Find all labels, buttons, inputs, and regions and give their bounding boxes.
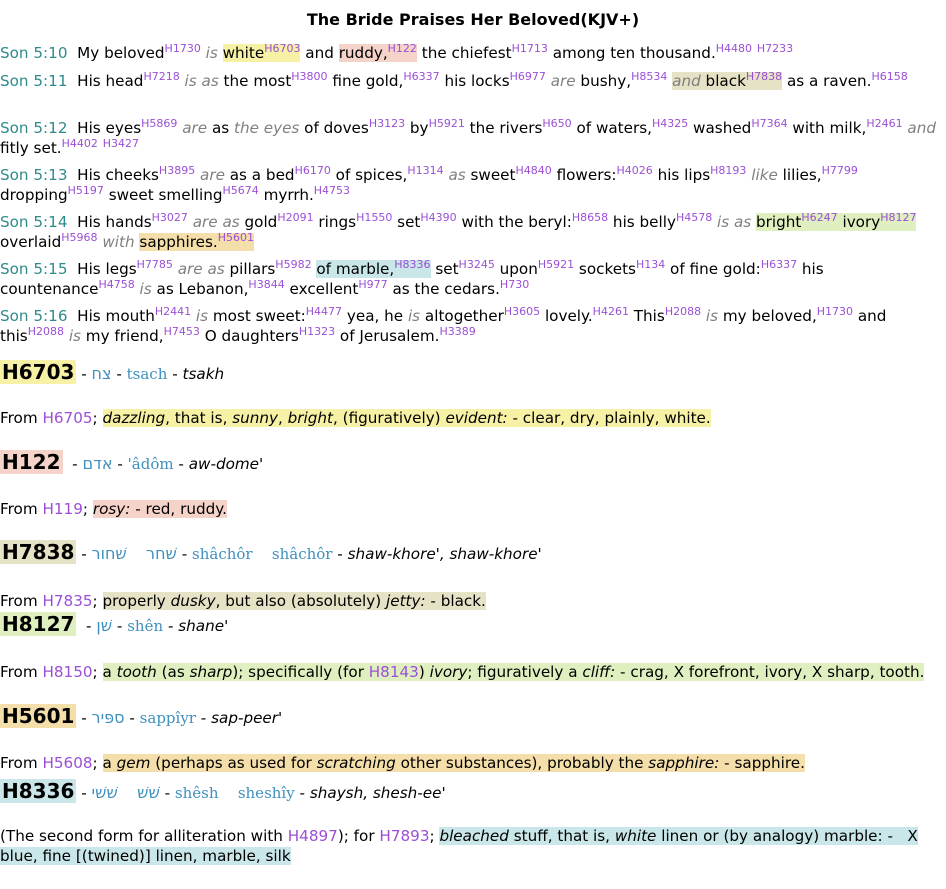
strongs-link[interactable]: H7785 [137,258,173,271]
strongs-link[interactable]: H3605 [504,305,540,318]
definition-h8127: From H8150; a tooth (as sharp); specific… [0,663,925,681]
strongs-link[interactable]: H8127 [880,211,916,224]
strongs-link[interactable]: H4402 [62,137,98,150]
strongs-link[interactable]: H7233 [757,42,793,55]
definition-h122: From H119; rosy: - red, ruddy. [0,500,227,518]
strongs-link[interactable]: H4325 [652,117,688,130]
strongs-link[interactable]: H5197 [68,184,104,197]
strongs-link[interactable]: H4840 [515,164,551,177]
definition-h5601: From H5608; a gem (perhaps as used for s… [0,754,805,772]
strongs-number: H6703 [0,360,77,384]
strongs-number: H7838 [0,540,77,564]
strongs-link[interactable]: H4753 [314,184,350,197]
verse-5-14: Son 5:14 His handsH3027 are as goldH2091… [0,210,917,251]
lexicon-entry-h7838: H7838 - שׁחר שׁחור - shâchôr shâchôr - s… [0,540,542,564]
verse-ref[interactable]: Son 5:11 [0,72,68,90]
strongs-link[interactable]: H4261 [593,305,629,318]
strongs-link[interactable]: H4758 [98,278,134,291]
strongs-link[interactable]: H5921 [429,117,465,130]
strongs-link[interactable]: H3027 [152,211,188,224]
strongs-link[interactable]: H2091 [277,211,313,224]
lexicon-entry-h8127: H8127 - שׁן - shên - shane' [0,612,229,636]
lexicon-entry-h5601: H5601 - ספּיר - sappîyr - sap-peer' [0,704,283,728]
strongs-link[interactable]: H8534 [631,70,667,83]
strongs-link[interactable]: H5921 [538,258,574,271]
strongs-number: H5601 [0,704,77,728]
verse-ref[interactable]: Son 5:13 [0,166,68,184]
strongs-link[interactable]: H3245 [459,258,495,271]
strongs-link[interactable]: H7453 [164,325,200,338]
strongs-number: H8336 [0,779,77,803]
strongs-link[interactable]: H1314 [407,164,443,177]
strongs-link[interactable]: H3844 [248,278,284,291]
strongs-link[interactable]: H7364 [751,117,787,130]
strongs-link[interactable]: H650 [542,117,571,130]
strongs-link[interactable]: H3895 [159,164,195,177]
strongs-link[interactable]: H6158 [872,70,908,83]
strongs-link[interactable]: H5968 [61,231,97,244]
strongs-link[interactable]: H134 [636,258,665,271]
strongs-link[interactable]: H2088 [665,305,701,318]
strongs-link[interactable]: H6170 [295,164,331,177]
verse-5-11: Son 5:11 His headH7218 is as the mostH38… [0,69,908,90]
strongs-number: H8127 [0,612,77,636]
strongs-link[interactable]: H730 [500,278,529,291]
strongs-link[interactable]: H8658 [572,211,608,224]
strongs-number: H122 [0,450,63,474]
strongs-link[interactable]: H1550 [356,211,392,224]
strongs-link[interactable]: H1323 [299,325,335,338]
page-title: The Bride Praises Her Beloved(KJV+) [306,10,640,29]
definition-h7838: From H7835; properly dusky, but also (ab… [0,592,486,610]
strongs-link[interactable]: H7799 [822,164,858,177]
verse-ref[interactable]: Son 5:14 [0,213,68,231]
strongs-link[interactable]: H2461 [866,117,902,130]
bible-page: The Bride Praises Her Beloved(KJV+) Son … [0,0,946,889]
strongs-link[interactable]: H1730 [165,42,201,55]
verse-5-13: Son 5:13 His cheeksH3895 are as a bedH61… [0,163,858,204]
verse-ref[interactable]: Son 5:12 [0,119,68,137]
strongs-link[interactable]: H4477 [306,305,342,318]
strongs-link[interactable]: H3427 [103,137,139,150]
strongs-link[interactable]: H8193 [710,164,746,177]
strongs-link[interactable]: H5982 [275,258,311,271]
strongs-link[interactable]: H1713 [512,42,548,55]
strongs-link[interactable]: H3800 [291,70,327,83]
strongs-link[interactable]: H6337 [761,258,797,271]
strongs-link[interactable]: H122 [388,42,417,55]
verse-ref[interactable]: Son 5:15 [0,260,68,278]
verse-5-16: Son 5:16 His mouthH2441 is most sweet:H4… [0,304,887,345]
strongs-link[interactable]: H3389 [439,325,475,338]
strongs-link[interactable]: H4026 [616,164,652,177]
strongs-link[interactable]: H2441 [155,305,191,318]
lexicon-entry-h8336: H8336 - שׁשׁ שׁשׁי - shêsh sheshîy - sha… [0,779,446,803]
strongs-link[interactable]: H2088 [28,325,64,338]
strongs-link[interactable]: H3123 [369,117,405,130]
strongs-link[interactable]: H6337 [403,70,439,83]
strongs-link[interactable]: H977 [358,278,387,291]
strongs-link[interactable]: H6977 [510,70,546,83]
definition-h8336: (The second form for alliteration with H… [0,827,918,865]
strongs-link[interactable]: H1730 [817,305,853,318]
strongs-link[interactable]: H5869 [141,117,177,130]
strongs-link[interactable]: H5601 [218,231,254,244]
lexicon-entry-h6703: H6703 - צח - tsach - tsakh [0,360,225,384]
strongs-link[interactable]: H6703 [264,42,300,55]
definition-h6703: From H6705; dazzling, that is, sunny, br… [0,409,711,427]
strongs-link[interactable]: H4480 [716,42,752,55]
strongs-link[interactable]: H6247 [801,211,837,224]
verse-5-15: Son 5:15 His legsH7785 are as pillarsH59… [0,257,824,298]
verse-5-12: Son 5:12 His eyesH5869 are as the eyes o… [0,116,936,157]
strongs-link[interactable]: H7218 [143,70,179,83]
strongs-link[interactable]: H7838 [746,70,782,83]
verse-5-10: Son 5:10 My belovedH1730 is whiteH6703 a… [0,41,794,62]
strongs-link[interactable]: H4390 [420,211,456,224]
verse-ref[interactable]: Son 5:16 [0,307,68,325]
strongs-link[interactable]: H5674 [222,184,258,197]
strongs-link[interactable]: H8336 [394,258,430,271]
verse-ref[interactable]: Son 5:10 [0,44,68,62]
strongs-link[interactable]: H4578 [676,211,712,224]
lexicon-entry-h122: H122 - אדם - 'âdôm - aw-dome' [0,450,264,474]
